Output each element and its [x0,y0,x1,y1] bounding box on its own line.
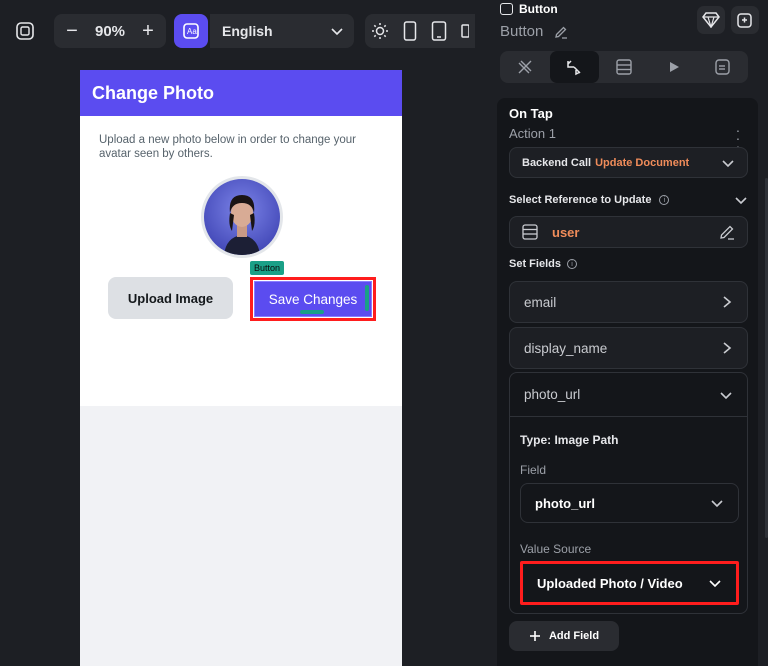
reference-value: user [552,224,580,240]
select-reference-label: Select Reference to Update [509,194,652,206]
upload-image-button[interactable]: Upload Image [108,277,233,319]
language-value: English [222,23,273,39]
widget-type: Button [519,2,558,16]
diamond-icon[interactable] [697,6,725,34]
chevron-right-icon [723,342,732,354]
set-fields-row: Set Fields i [509,258,577,270]
field-row-email[interactable]: email [509,281,748,323]
reference-field[interactable]: user [509,216,748,248]
zoom-in-button[interactable]: + [138,20,158,43]
set-fields-label: Set Fields [509,258,561,270]
language-select[interactable]: English [210,14,354,48]
chevron-down-icon [722,159,734,167]
avatar[interactable] [201,176,283,258]
field-row-photo-url-header[interactable]: photo_url [510,373,747,417]
info-icon[interactable]: i [659,195,670,205]
svg-text:Aa: Aa [187,27,197,36]
properties-panel: Button Button On Tap Action 1 · · · Backen… [487,0,768,666]
zoom-out-button[interactable]: − [62,20,82,43]
desktop-icon[interactable] [461,24,469,38]
page-title: Change Photo [92,82,214,103]
canvas-icon[interactable] [10,14,40,48]
preview-tab[interactable] [649,51,699,83]
field-name: display_name [524,340,608,356]
zoom-level: 90% [94,22,126,40]
backend-query-tab[interactable] [599,51,649,83]
panel-tabs [500,51,748,83]
backend-action-value: Update Document [595,156,690,169]
chevron-down-icon [711,500,723,508]
value-source-label: Value Source [520,542,592,556]
value-source-select[interactable]: Uploaded Photo / Video [520,561,739,605]
backend-call-select[interactable]: Backend Call Update Document [509,147,748,178]
pencil-icon[interactable] [554,25,568,44]
add-field-label: Add Field [548,630,600,642]
field-label: Field [520,463,547,477]
zoom-control: − 90% + [54,14,166,48]
phone-icon[interactable] [403,21,417,41]
add-field-button[interactable]: Add Field [509,621,619,651]
database-icon [522,224,538,240]
field-row-display-name[interactable]: display_name [509,327,748,369]
chevron-right-icon [723,296,732,308]
chevron-down-icon [331,28,343,36]
add-widget-icon[interactable] [731,6,759,34]
page-description: Upload a new photo below in order to cha… [99,134,357,160]
info-icon[interactable]: i [566,259,577,269]
chevron-down-icon [735,197,747,205]
chevron-down-icon [709,580,721,588]
resize-handle-right[interactable] [365,285,369,311]
button-widget-icon [500,3,513,15]
chevron-down-icon [720,391,732,399]
plus-icon [529,631,540,641]
notes-tab[interactable] [698,51,748,83]
widget-name[interactable]: Button [500,23,543,40]
selection-tag: Button [250,261,285,275]
device-controls [365,14,475,48]
action-label: Action 1 [509,126,556,141]
app-bar: Change Photo [80,70,402,116]
field-name: email [524,294,557,310]
translate-icon[interactable]: Aa [174,14,208,48]
field-select-value: photo_url [535,495,595,511]
pencil-icon[interactable] [719,224,735,240]
action-properties: On Tap Action 1 · · · Backend Call Update D… [497,98,758,666]
actions-tab[interactable] [549,51,600,83]
value-source-value: Uploaded Photo / Video [537,575,683,591]
properties-tab[interactable] [500,51,550,83]
field-row-photo-url: photo_url Type: Image Path Field photo_u… [509,372,748,614]
phone-preview: Change Photo Upload a new photo below in… [80,70,402,666]
canvas-toolbar: − 90% + Aa English [0,0,475,62]
backend-call-label: Backend Call [522,156,592,169]
sun-icon[interactable] [371,22,389,40]
select-reference-row[interactable]: Select Reference to Update i [509,193,748,207]
field-type: Type: Image Path [520,433,619,447]
field-name: photo_url [524,387,581,402]
on-tap-heading: On Tap [509,106,553,121]
tablet-icon[interactable] [431,21,447,41]
resize-handle-bottom[interactable] [300,310,324,314]
field-select[interactable]: photo_url [520,483,739,523]
